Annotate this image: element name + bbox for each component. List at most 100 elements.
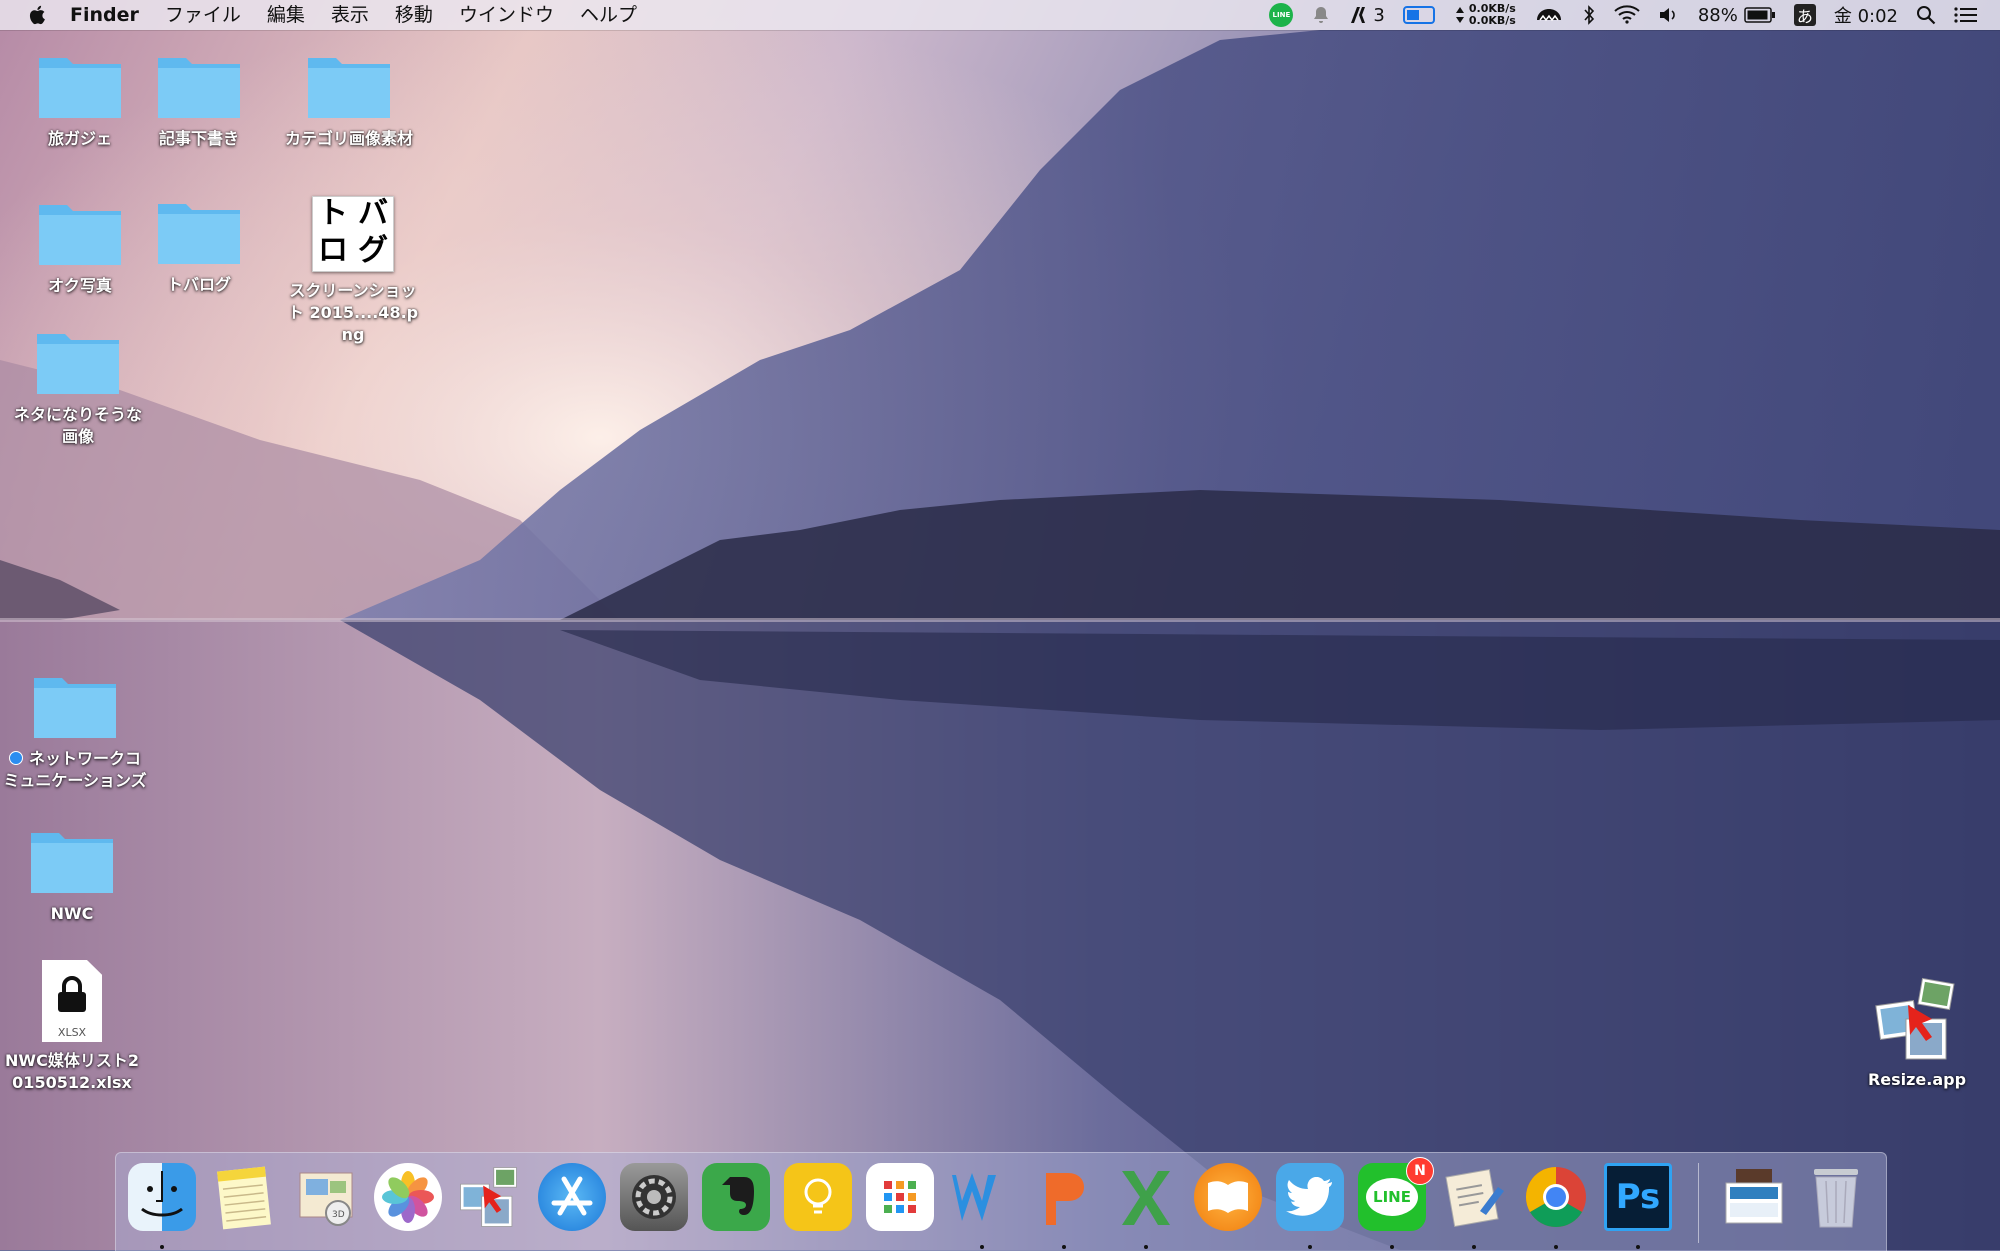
running-indicator bbox=[1636, 1245, 1640, 1249]
notification-center-icon[interactable] bbox=[1954, 0, 1978, 30]
folder-icon bbox=[34, 678, 116, 738]
battery-percent: 88% bbox=[1697, 4, 1738, 26]
desktop-item-label: Resize.app bbox=[1867, 1070, 1967, 1089]
dock-chrome[interactable] bbox=[1522, 1163, 1590, 1249]
powerpoint-icon bbox=[1030, 1163, 1098, 1231]
wifi-icon[interactable] bbox=[1614, 0, 1640, 30]
running-indicator bbox=[1472, 1245, 1476, 1249]
running-indicator bbox=[1308, 1245, 1312, 1249]
ibooks-icon bbox=[1194, 1163, 1262, 1231]
running-indicator bbox=[1390, 1245, 1394, 1249]
menu-go[interactable]: 移動 bbox=[382, 0, 446, 30]
desktop-folder[interactable]: NWC bbox=[0, 825, 147, 925]
photoshop-icon: Ps bbox=[1604, 1163, 1672, 1231]
desktop-folder[interactable]: ネタになりそうな画像 bbox=[3, 326, 153, 448]
dock-powerpoint[interactable] bbox=[1030, 1163, 1098, 1249]
dock-notes[interactable] bbox=[210, 1163, 278, 1235]
running-indicator bbox=[1144, 1245, 1148, 1249]
desktop-image-file[interactable]: ト バ ロ グ スクリーンショット 2015....48.png bbox=[278, 196, 428, 346]
dock-word[interactable] bbox=[948, 1163, 1016, 1249]
thumb-char: ト bbox=[318, 196, 348, 231]
resize-app-icon bbox=[1875, 977, 1955, 1060]
dock-excel[interactable] bbox=[1112, 1163, 1180, 1249]
dock-finder[interactable] bbox=[128, 1163, 196, 1249]
finder-icon bbox=[128, 1163, 196, 1231]
desktop-folder-tagged[interactable]: ネットワークコミュニケーションズ bbox=[0, 670, 150, 792]
dock-trash[interactable] bbox=[1802, 1163, 1870, 1235]
grid-app-icon bbox=[866, 1163, 934, 1231]
folder-icon bbox=[39, 205, 121, 265]
network-speed-monitor[interactable]: 0.0KB/s 0.0KB/s bbox=[1455, 0, 1516, 30]
resize-icon bbox=[456, 1163, 524, 1231]
dock-evernote[interactable] bbox=[702, 1163, 770, 1235]
dock-grid-app[interactable] bbox=[866, 1163, 934, 1235]
running-indicator bbox=[1062, 1245, 1066, 1249]
dock-line[interactable]: LINE N bbox=[1358, 1157, 1434, 1249]
folder-icon bbox=[31, 833, 113, 893]
menu-app-finder[interactable]: Finder bbox=[70, 0, 152, 30]
desktop-item-label: ネットワークコミュニケーションズ bbox=[3, 749, 147, 790]
line-bubble: LINE bbox=[1366, 1178, 1418, 1216]
spotlight-search-icon[interactable] bbox=[1916, 0, 1936, 30]
desktop-item-label: 記事下書き bbox=[158, 129, 239, 148]
menu-file[interactable]: ファイル bbox=[152, 0, 254, 30]
folder-icon bbox=[158, 204, 240, 264]
battery-indicator[interactable]: 88% bbox=[1698, 0, 1776, 30]
running-indicator bbox=[1554, 1245, 1558, 1249]
thumb-char: ロ bbox=[318, 233, 348, 268]
desktop-folder[interactable]: カテゴリ画像素材 bbox=[274, 50, 424, 150]
desktop-item-label: スクリーンショット 2015....48.png bbox=[287, 281, 419, 344]
dock-documents-stack[interactable] bbox=[1720, 1163, 1788, 1235]
folder-icon bbox=[158, 58, 240, 118]
thumb-char: バ bbox=[358, 196, 388, 231]
dock-ibooks[interactable] bbox=[1194, 1163, 1262, 1235]
desktop-folder[interactable]: 記事下書き bbox=[124, 50, 274, 150]
adobe-status-icon[interactable]: 3 bbox=[1349, 0, 1385, 30]
dock-preview[interactable]: 3D bbox=[292, 1163, 360, 1235]
battery-status-app-icon[interactable] bbox=[1402, 0, 1437, 30]
dock-system-preferences[interactable] bbox=[620, 1163, 688, 1235]
notification-badge: N bbox=[1406, 1157, 1434, 1185]
folder-icon bbox=[37, 334, 119, 394]
idea-bulb-icon bbox=[784, 1163, 852, 1231]
app-store-icon bbox=[538, 1163, 606, 1231]
locked-xlsx-file-icon: XLSX bbox=[42, 960, 102, 1042]
dock-twitter[interactable] bbox=[1276, 1163, 1344, 1249]
menu-edit[interactable]: 編集 bbox=[254, 0, 318, 30]
apple-menu-icon[interactable] bbox=[26, 3, 50, 27]
excel-icon bbox=[1112, 1163, 1180, 1231]
dock-separator bbox=[1698, 1163, 1699, 1243]
dock-script-editor[interactable] bbox=[1440, 1163, 1508, 1249]
image-thumbnail-icon: ト バ ロ グ bbox=[312, 196, 394, 272]
menu-view[interactable]: 表示 bbox=[318, 0, 382, 30]
net-download-speed: 0.0KB/s bbox=[1468, 14, 1516, 27]
bluetooth-icon[interactable] bbox=[1582, 0, 1596, 30]
line-status-icon[interactable]: LINE bbox=[1269, 0, 1294, 30]
dock-ideas[interactable] bbox=[784, 1163, 852, 1235]
menu-help[interactable]: ヘルプ bbox=[567, 0, 650, 30]
input-method-icon[interactable]: あ bbox=[1793, 0, 1816, 30]
desktop-item-label: ネタになりそうな画像 bbox=[13, 405, 142, 446]
desktop-folder[interactable]: トバログ bbox=[124, 196, 274, 296]
dock-photoshop[interactable]: Ps bbox=[1604, 1163, 1672, 1249]
system-preferences-icon bbox=[620, 1163, 688, 1231]
notification-bell-icon[interactable] bbox=[1311, 0, 1331, 30]
preview-icon: 3D bbox=[292, 1163, 360, 1231]
desktop-item-label-wrap: ネットワークコミュニケーションズ bbox=[2, 748, 148, 792]
desktop-locked-file[interactable]: XLSX NWC媒体リスト20150512.xlsx bbox=[0, 960, 147, 1094]
menu-bar: Finder ファイル 編集 表示 移動 ウインドウ ヘルプ LINE 3 0.… bbox=[0, 0, 2000, 30]
menu-window[interactable]: ウインドウ bbox=[446, 0, 567, 30]
dock-photos[interactable] bbox=[374, 1163, 442, 1235]
volume-icon[interactable] bbox=[1658, 0, 1680, 30]
clock[interactable]: 金 0:02 bbox=[1834, 0, 1898, 30]
documents-stack-icon bbox=[1720, 1163, 1788, 1231]
evernote-icon bbox=[702, 1163, 770, 1231]
dock: 3D LINE N Ps bbox=[115, 1152, 1887, 1251]
cloud-sync-icon[interactable] bbox=[1534, 0, 1564, 30]
trash-icon bbox=[1802, 1163, 1870, 1231]
dock-resize[interactable] bbox=[456, 1163, 524, 1235]
desktop-item-label: NWC媒体リスト20150512.xlsx bbox=[5, 1051, 139, 1092]
folder-icon bbox=[308, 58, 390, 118]
desktop-app[interactable]: Resize.app bbox=[1842, 975, 1992, 1091]
dock-app-store[interactable] bbox=[538, 1163, 606, 1235]
